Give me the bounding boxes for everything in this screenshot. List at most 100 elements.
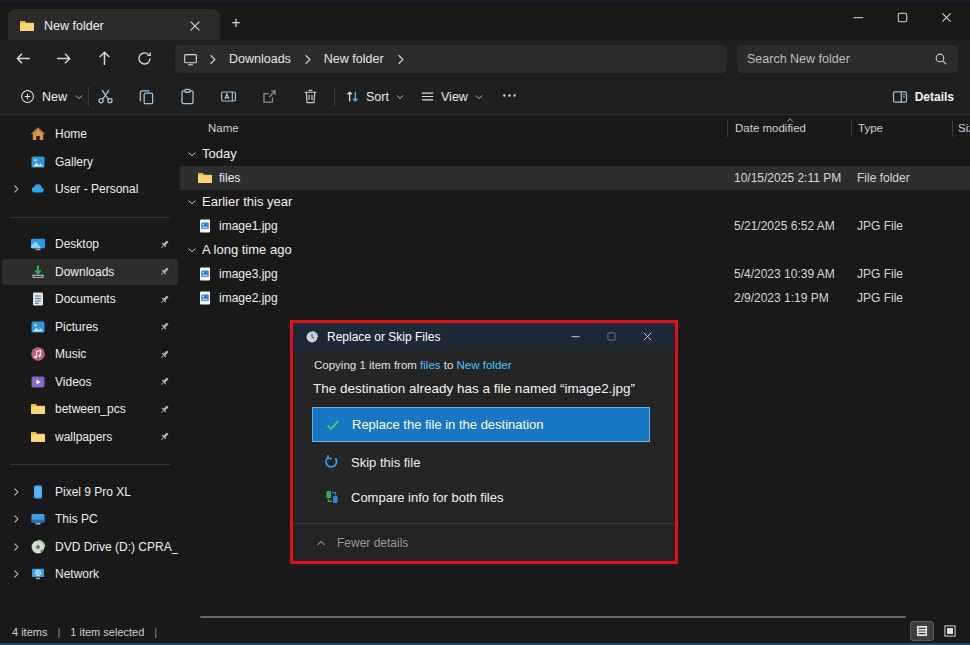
source-folder-link[interactable]: files [420, 359, 440, 371]
new-button[interactable]: New [14, 84, 90, 109]
share-icon [261, 88, 278, 105]
details-view-button[interactable] [910, 621, 934, 641]
compare-files-option[interactable]: Compare info for both files [312, 485, 515, 509]
breadcrumb-downloads[interactable]: Downloads [227, 52, 293, 66]
pin-icon [158, 375, 171, 388]
chevron-right-icon[interactable] [10, 183, 22, 195]
chevron-right-icon[interactable] [10, 486, 22, 498]
back-button[interactable] [12, 47, 36, 71]
cut-icon [97, 88, 114, 105]
pictures-icon [30, 319, 46, 335]
share-button[interactable] [258, 85, 282, 109]
rename-button[interactable] [217, 85, 241, 109]
details-pane-button[interactable]: Details [892, 84, 954, 109]
sidebar-item-documents[interactable]: Documents [2, 286, 178, 312]
image-icon [197, 266, 213, 282]
music-icon [30, 346, 46, 362]
desktop-icon [30, 236, 46, 252]
destination-folder-link[interactable]: New folder [457, 359, 512, 371]
skip-file-option[interactable]: Skip this file [312, 450, 432, 474]
horizontal-scrollbar[interactable] [200, 616, 906, 618]
paste-button[interactable] [176, 85, 200, 109]
chevron-right-icon [300, 52, 315, 67]
network-icon [30, 566, 46, 582]
sort-button[interactable]: Sort [345, 84, 405, 109]
view-button[interactable]: View [420, 84, 484, 109]
chevron-down-icon[interactable] [186, 148, 198, 160]
chevron-down-icon [474, 92, 484, 102]
close-icon [939, 10, 954, 25]
new-tab-button[interactable]: + [226, 13, 246, 33]
sort-label: Sort [366, 90, 389, 104]
chevron-right-icon[interactable] [10, 541, 22, 553]
refresh-button[interactable] [133, 47, 157, 71]
sidebar-item-network[interactable]: Network [2, 561, 178, 587]
command-bar: New Sort View Details [0, 78, 970, 115]
sidebar-item-dvd-drive-d-cpra-x64fre[interactable]: DVD Drive (D:) CPRA_X64FRE_ [2, 534, 178, 560]
sort-icon [345, 89, 360, 104]
search-input[interactable]: Search New folder [737, 45, 958, 73]
folder-icon [30, 429, 46, 445]
group-header-today[interactable]: Today [180, 142, 970, 166]
chevron-down-icon [74, 92, 84, 102]
cut-button[interactable] [94, 85, 118, 109]
forward-button[interactable] [52, 47, 76, 71]
column-header-size[interactable]: Size [958, 122, 970, 134]
tab-close-icon[interactable] [187, 18, 203, 34]
more-options-button[interactable] [498, 84, 522, 108]
chevron-down-icon[interactable] [186, 196, 198, 208]
replace-file-option[interactable]: Replace the file in the destination [312, 407, 650, 442]
sidebar-item-home[interactable]: Home [2, 121, 178, 147]
file-row-image1-jpg[interactable]: image1.jpg5/21/2025 6:52 AMJPG File [180, 214, 970, 238]
image-icon [197, 290, 213, 306]
gallery-icon [30, 154, 46, 170]
sidebar-item-user-personal[interactable]: User - Personal [2, 176, 178, 202]
chevron-right-icon[interactable] [10, 513, 22, 525]
sidebar-item-music[interactable]: Music [2, 341, 178, 367]
column-header-type[interactable]: Type [858, 122, 883, 134]
delete-button[interactable] [299, 85, 323, 109]
tab-title: New folder [44, 19, 187, 33]
image-icon [197, 218, 213, 234]
column-header-name[interactable]: Name [208, 122, 239, 134]
file-row-image3-jpg[interactable]: image3.jpg5/4/2023 10:39 AMJPG File [180, 262, 970, 286]
sidebar-item-this-pc[interactable]: This PC [2, 506, 178, 532]
pin-icon [158, 293, 171, 306]
sidebar-item-downloads[interactable]: Downloads [2, 259, 178, 285]
dialog-minimize-button[interactable] [559, 323, 595, 350]
explorer-tab[interactable]: New folder [8, 9, 220, 42]
sidebar-item-videos[interactable]: Videos [2, 369, 178, 395]
group-header-a-long-time-ago[interactable]: A long time ago [180, 238, 970, 262]
thumbnail-view-button[interactable] [938, 621, 962, 641]
sidebar-item-gallery[interactable]: Gallery [2, 149, 178, 175]
breadcrumb-new-folder[interactable]: New folder [322, 52, 386, 66]
chevron-right-icon[interactable] [10, 568, 22, 580]
maximize-button[interactable] [880, 2, 924, 32]
close-button[interactable] [924, 2, 968, 32]
sidebar-item-pixel-9-pro-xl[interactable]: Pixel 9 Pro XL [2, 479, 178, 505]
dialog-close-button[interactable] [631, 323, 667, 350]
item-count: 4 items [12, 626, 47, 638]
file-row-image2-jpg[interactable]: image2.jpg2/9/2023 1:19 PMJPG File [180, 286, 970, 310]
sidebar-item-wallpapers[interactable]: wallpapers [2, 424, 178, 450]
column-header-date-modified[interactable]: Date modified [735, 122, 806, 134]
sidebar-item-pictures[interactable]: Pictures [2, 314, 178, 340]
minimize-icon [851, 10, 866, 25]
up-button[interactable] [93, 47, 117, 71]
group-header-earlier-this-year[interactable]: Earlier this year [180, 190, 970, 214]
pin-icon [158, 348, 171, 361]
breadcrumb[interactable]: Downloads New folder [175, 45, 727, 73]
dialog-maximize-button[interactable] [595, 323, 631, 350]
dvd-icon [30, 539, 46, 555]
fewer-details-toggle[interactable]: Fewer details [293, 523, 675, 561]
file-row-files[interactable]: files10/15/2025 2:11 PMFile folder [180, 166, 970, 190]
this-pc-icon [183, 52, 198, 67]
chevron-down-icon[interactable] [186, 244, 198, 256]
forward-icon [55, 50, 72, 67]
maximize-icon [605, 330, 618, 343]
sidebar-item-between-pcs[interactable]: between_pcs [2, 396, 178, 422]
chevron-down-icon [395, 92, 405, 102]
copy-button[interactable] [135, 85, 159, 109]
minimize-button[interactable] [836, 2, 880, 32]
sidebar-item-desktop[interactable]: Desktop [2, 231, 178, 257]
